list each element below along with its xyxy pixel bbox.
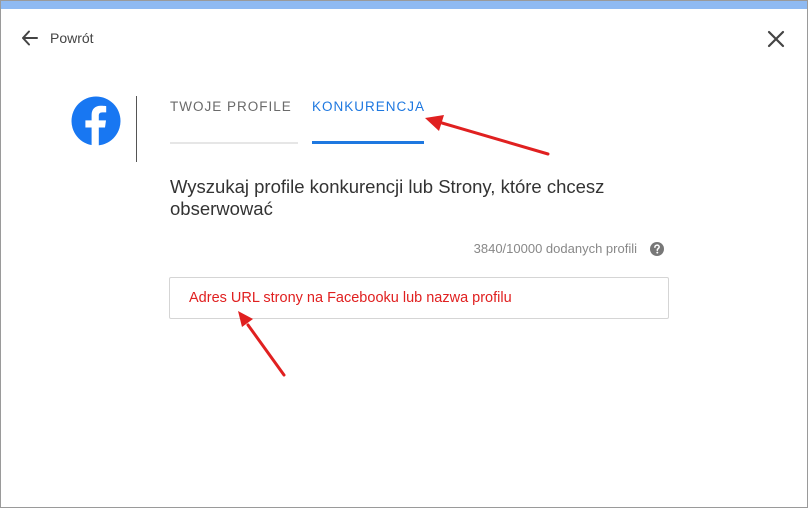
profile-counter: 3840/10000 dodanych profili <box>473 241 637 256</box>
close-icon[interactable] <box>764 27 788 51</box>
back-label: Powrót <box>50 30 94 46</box>
page-heading: Wyszukaj profile konkurencji lub Strony,… <box>170 176 605 219</box>
logo-divider <box>136 96 137 162</box>
profile-search-input[interactable] <box>169 277 669 319</box>
tab-your-profiles[interactable]: TWOJE PROFILE <box>170 96 298 144</box>
question-circle-icon[interactable] <box>650 242 664 256</box>
facebook-logo-icon <box>71 96 121 146</box>
tab-competition[interactable]: KONKURENCJA <box>312 96 424 144</box>
back-button[interactable]: Powrót <box>20 26 94 50</box>
arrow-left-icon <box>22 30 38 46</box>
